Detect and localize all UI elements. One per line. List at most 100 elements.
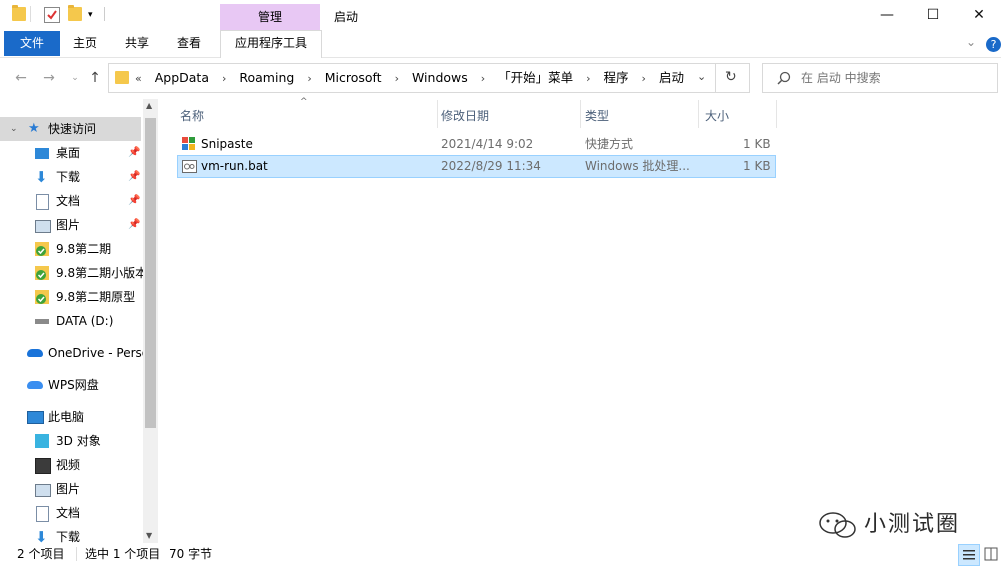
breadcrumb-programs[interactable]: 程序 — [604, 70, 629, 85]
minimize-button[interactable]: — — [864, 0, 910, 30]
sidebar-item-onedrive[interactable]: OneDrive - Perso — [0, 341, 143, 365]
sidebar-item-label: 9.8第二期 — [56, 242, 112, 256]
chevron-down-icon[interactable]: ⌄ — [10, 117, 18, 141]
breadcrumb-roaming[interactable]: Roaming — [239, 70, 294, 85]
tab-file[interactable]: 文件 — [4, 31, 60, 56]
shortcut-icon — [182, 137, 196, 151]
address-bar[interactable]: « AppData › Roaming › Microsoft › Window… — [108, 63, 750, 93]
breadcrumb-appdata[interactable]: AppData — [155, 70, 209, 85]
file-size: 1 KB — [743, 137, 771, 151]
search-input[interactable] — [799, 68, 993, 88]
sidebar-item-videos[interactable]: 视频 — [0, 453, 143, 477]
file-date: 2022/8/29 11:34 — [441, 159, 541, 173]
sidebar-item-label: OneDrive - Perso — [48, 346, 143, 360]
help-icon[interactable]: ? — [986, 37, 1001, 52]
forward-arrow-icon[interactable]: → — [38, 67, 60, 89]
sidebar-item-3d-objects[interactable]: 3D 对象 — [0, 429, 143, 453]
breadcrumb-microsoft[interactable]: Microsoft — [325, 70, 382, 85]
navigation-pane: ⌄ ★ 快速访问 桌面 📌 ⬇ 下载 📌 文档 📌 图片 📌 9.8第二期 9.… — [0, 99, 158, 543]
column-header-size[interactable]: 大小 — [705, 106, 729, 126]
synced-folder-icon — [35, 266, 49, 280]
sidebar-item-this-pc[interactable]: 此电脑 — [0, 405, 143, 429]
nav-scrollbar-thumb[interactable] — [145, 118, 156, 428]
breadcrumb-windows[interactable]: Windows — [412, 70, 468, 85]
cloud-icon — [27, 349, 43, 357]
sidebar-item-pictures[interactable]: 图片 📌 — [0, 213, 143, 237]
column-divider[interactable] — [437, 100, 438, 128]
quick-access-dropdown-icon[interactable]: ▾ — [88, 10, 93, 20]
selection-size: 70 字节 — [169, 547, 213, 561]
details-view-button[interactable] — [958, 544, 980, 566]
tab-application-tools[interactable]: 应用程序工具 — [220, 30, 322, 58]
sidebar-item-folder-98-2-mini[interactable]: 9.8第二期小版本 — [0, 261, 143, 285]
new-folder-icon[interactable] — [68, 5, 82, 21]
file-size: 1 KB — [743, 159, 771, 173]
minimize-icon: — — [880, 7, 894, 23]
sidebar-item-downloads[interactable]: ⬇ 下载 📌 — [0, 165, 143, 189]
properties-icon[interactable] — [44, 7, 60, 23]
large-icons-view-button[interactable] — [982, 544, 1000, 564]
sidebar-item-drive-d[interactable]: DATA (D:) — [0, 309, 143, 333]
breadcrumb-separator-icon[interactable]: › — [222, 72, 226, 85]
search-box[interactable] — [762, 63, 998, 93]
file-name: vm-run.bat — [201, 159, 268, 173]
sidebar-item-label: 此电脑 — [48, 410, 85, 424]
details-view-icon — [963, 550, 975, 560]
refresh-icon[interactable]: ↻ — [725, 69, 737, 85]
breadcrumb-separator-icon[interactable]: › — [481, 72, 485, 85]
sidebar-item-pc-pictures[interactable]: 图片 — [0, 477, 143, 501]
star-icon: ★ — [28, 121, 40, 136]
tab-home[interactable]: 主页 — [62, 31, 108, 56]
synced-folder-icon — [35, 242, 49, 256]
tab-view[interactable]: 查看 — [166, 31, 212, 56]
file-row[interactable]: Snipaste 2021/4/14 9:02 快捷方式 1 KB — [177, 134, 774, 155]
breadcrumb-separator-icon[interactable]: › — [307, 72, 311, 85]
selection-count: 选中 1 个项目 — [85, 547, 161, 561]
breadcrumb-start-menu[interactable]: 「开始」菜单 — [498, 70, 573, 85]
file-date: 2021/4/14 9:02 — [441, 137, 534, 151]
video-icon — [35, 458, 51, 474]
sidebar-item-folder-98-2[interactable]: 9.8第二期 — [0, 237, 143, 261]
wps-cloud-icon — [27, 381, 43, 389]
column-header-name[interactable]: 名称 — [180, 106, 204, 126]
scroll-up-icon[interactable]: ▲ — [146, 101, 152, 110]
breadcrumb-separator-icon[interactable]: › — [586, 72, 590, 85]
scroll-down-icon[interactable]: ▼ — [146, 531, 152, 540]
sidebar-item-label: 快速访问 — [48, 122, 97, 136]
sidebar-item-label: DATA (D:) — [56, 314, 114, 328]
breadcrumb-separator-icon[interactable]: › — [642, 72, 646, 85]
up-arrow-icon[interactable]: ↑ — [84, 67, 106, 89]
sidebar-item-label: 图片 — [56, 482, 81, 496]
sidebar-item-documents[interactable]: 文档 📌 — [0, 189, 143, 213]
sidebar-item-desktop[interactable]: 桌面 📌 — [0, 141, 143, 165]
tab-share[interactable]: 共享 — [114, 31, 160, 56]
divider — [76, 547, 77, 561]
breadcrumb-startup[interactable]: 启动 — [659, 70, 684, 85]
column-header-date[interactable]: 修改日期 — [441, 106, 489, 126]
sidebar-item-folder-98-2-prototype[interactable]: 9.8第二期原型 — [0, 285, 143, 309]
column-divider[interactable] — [580, 100, 581, 128]
close-button[interactable]: ✕ — [956, 0, 1001, 30]
column-divider[interactable] — [698, 100, 699, 128]
document-icon — [36, 506, 49, 522]
sidebar-item-pc-documents[interactable]: 文档 — [0, 501, 143, 525]
document-icon — [36, 194, 49, 210]
status-bar: 2 个项目 选中 1 个项目 70 字节 — [0, 543, 1001, 567]
sidebar-item-wps[interactable]: WPS网盘 — [0, 373, 143, 397]
desktop-icon — [35, 148, 49, 159]
recent-locations-icon[interactable]: ⌄ — [64, 67, 86, 89]
sidebar-item-pc-downloads[interactable]: ⬇ 下载 — [0, 525, 143, 543]
column-divider[interactable] — [776, 100, 777, 128]
breadcrumb: « AppData › Roaming › Microsoft › Window… — [135, 64, 693, 92]
sidebar-item-label: 下载 — [56, 170, 81, 184]
back-arrow-icon[interactable]: ← — [10, 67, 32, 89]
breadcrumb-separator-icon[interactable]: › — [395, 72, 399, 85]
address-history-chevron-icon[interactable]: ⌄ — [697, 70, 706, 83]
breadcrumb-overflow-icon[interactable]: « — [135, 72, 142, 85]
pin-icon: 📌 — [128, 219, 141, 230]
maximize-button[interactable]: ☐ — [910, 0, 956, 30]
column-header-type[interactable]: 类型 — [585, 106, 609, 126]
chevron-down-icon[interactable]: ⌄ — [966, 35, 976, 49]
sidebar-item-quick-access[interactable]: ⌄ ★ 快速访问 — [0, 117, 141, 141]
file-row-selected[interactable]: vm-run.bat 2022/8/29 11:34 Windows 批处理..… — [177, 155, 776, 178]
